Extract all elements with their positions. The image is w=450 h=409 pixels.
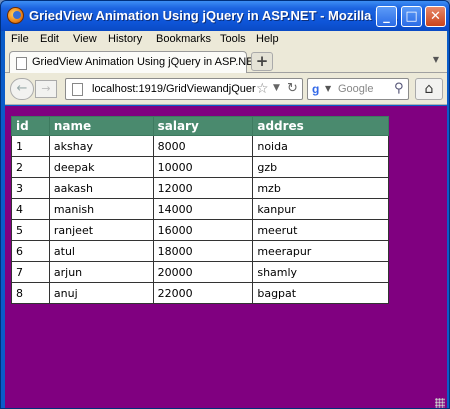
cell-salary: 18000 xyxy=(152,240,254,262)
title-bar[interactable]: GriedView Animation Using jQuery in ASP.… xyxy=(1,1,449,31)
tab-active[interactable]: GriedView Animation Using jQuery in ASP.… xyxy=(9,51,260,73)
tab-list-chevron-icon[interactable]: ▼ xyxy=(433,55,439,64)
navigation-bar: ← → localhost:1919/GridViewandjQuer ☆ ▼ … xyxy=(5,73,447,105)
page-icon xyxy=(72,83,83,96)
cell-id: 7 xyxy=(11,261,50,283)
browser-window: GriedView Animation Using jQuery in ASP.… xyxy=(0,0,450,409)
cell-name: manish xyxy=(48,198,154,220)
table-row: 7 arjun 20000 shamly xyxy=(11,261,389,283)
minimize-button[interactable]: _ xyxy=(376,6,397,27)
back-button[interactable]: ← xyxy=(10,78,34,100)
cell-address: shamly xyxy=(252,261,389,283)
cell-address: kanpur xyxy=(252,198,389,220)
back-arrow-icon: ← xyxy=(16,81,28,96)
cell-name: ranjeet xyxy=(48,219,154,241)
menu-help[interactable]: Help xyxy=(256,33,279,45)
cell-id: 4 xyxy=(11,198,50,220)
column-header-salary: salary xyxy=(152,116,254,136)
cell-id: 3 xyxy=(11,177,50,199)
forward-button[interactable]: → xyxy=(35,80,57,98)
cell-address: meerut xyxy=(252,219,389,241)
table-row: 2 deepak 10000 gzb xyxy=(11,156,389,178)
search-engine-dropdown-icon[interactable]: ▼ xyxy=(325,84,331,93)
forward-arrow-icon: → xyxy=(41,82,51,95)
menu-bookmarks[interactable]: Bookmarks xyxy=(156,33,211,45)
cell-address: meerapur xyxy=(252,240,389,262)
cell-name: deepak xyxy=(48,156,154,178)
home-button[interactable]: ⌂ xyxy=(415,78,443,100)
cell-salary: 14000 xyxy=(152,198,254,220)
cell-salary: 8000 xyxy=(152,135,254,157)
url-input[interactable]: localhost:1919/GridViewandjQuer xyxy=(92,83,256,95)
firefox-icon[interactable] xyxy=(7,7,24,24)
cell-name: atul xyxy=(48,240,154,262)
cell-name: anuj xyxy=(48,282,154,304)
close-button[interactable]: ✕ xyxy=(425,6,446,27)
reload-icon[interactable]: ↻ xyxy=(287,81,298,96)
page-content: id name salary addres 1 akshay 8000 noid… xyxy=(5,106,447,408)
menu-view[interactable]: View xyxy=(73,33,97,45)
resize-grip[interactable] xyxy=(435,398,445,408)
table-row: 4 manish 14000 kanpur xyxy=(11,198,389,220)
menu-tools[interactable]: Tools xyxy=(220,33,246,45)
cell-address: mzb xyxy=(252,177,389,199)
url-bar[interactable]: localhost:1919/GridViewandjQuer ☆ ▼ ↻ xyxy=(65,78,303,100)
url-dropdown-icon[interactable]: ▼ xyxy=(273,83,280,93)
table-row: 8 anuj 22000 bagpat xyxy=(11,282,389,304)
cell-name: arjun xyxy=(48,261,154,283)
cell-name: akshay xyxy=(48,135,154,157)
table-header-row: id name salary addres xyxy=(11,116,389,136)
cell-address: gzb xyxy=(252,156,389,178)
cell-address: bagpat xyxy=(252,282,389,304)
tab-label: GriedView Animation Using jQuery in ASP.… xyxy=(32,56,261,68)
cell-salary: 22000 xyxy=(152,282,254,304)
new-tab-button[interactable]: + xyxy=(251,52,273,71)
column-header-id: id xyxy=(11,116,50,136)
cell-id: 8 xyxy=(11,282,50,304)
search-input[interactable]: Google xyxy=(338,83,373,95)
cell-name: aakash xyxy=(48,177,154,199)
table-row: 1 akshay 8000 noida xyxy=(11,135,389,157)
magnifier-icon[interactable]: ⚲ xyxy=(394,81,404,96)
cell-salary: 12000 xyxy=(152,177,254,199)
star-icon[interactable]: ☆ xyxy=(256,81,269,97)
column-header-name: name xyxy=(48,116,154,136)
cell-id: 2 xyxy=(11,156,50,178)
gridview-table: id name salary addres 1 akshay 8000 noid… xyxy=(11,116,389,304)
cell-id: 1 xyxy=(11,135,50,157)
table-row: 6 atul 18000 meerapur xyxy=(11,240,389,262)
cell-address: noida xyxy=(252,135,389,157)
table-row: 5 ranjeet 16000 meerut xyxy=(11,219,389,241)
menu-file[interactable]: File xyxy=(11,33,29,45)
maximize-button[interactable]: □ xyxy=(401,6,422,27)
menu-bar: File Edit View History Bookmarks Tools H… xyxy=(5,31,447,49)
home-icon: ⌂ xyxy=(424,81,434,97)
table-row: 3 aakash 12000 mzb xyxy=(11,177,389,199)
column-header-address: addres xyxy=(252,116,389,136)
cell-id: 6 xyxy=(11,240,50,262)
cell-salary: 20000 xyxy=(152,261,254,283)
cell-salary: 16000 xyxy=(152,219,254,241)
menu-edit[interactable]: Edit xyxy=(40,33,59,45)
cell-salary: 10000 xyxy=(152,156,254,178)
cell-id: 5 xyxy=(11,219,50,241)
search-bar[interactable]: g ▼ Google ⚲ xyxy=(307,78,409,100)
window-title: GriedView Animation Using jQuery in ASP.… xyxy=(29,8,398,23)
menu-history[interactable]: History xyxy=(108,33,142,45)
tab-strip: GriedView Animation Using jQuery in ASP.… xyxy=(5,49,447,73)
google-icon[interactable]: g xyxy=(312,82,319,96)
page-icon xyxy=(16,57,27,70)
